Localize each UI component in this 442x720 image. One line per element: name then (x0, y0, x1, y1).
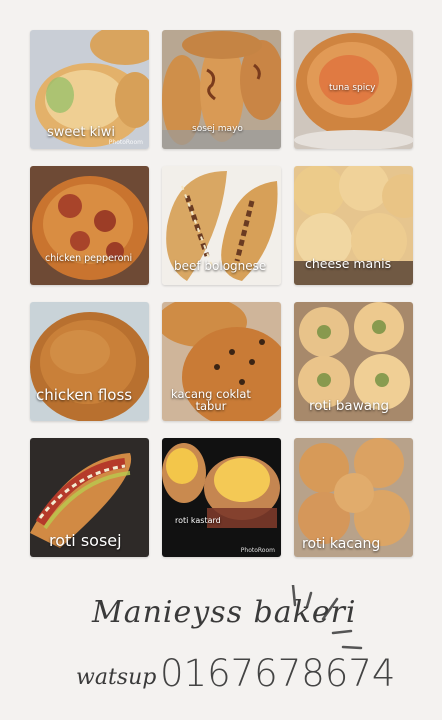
tile-label: roti kacang (302, 536, 381, 552)
tile-label: sosej mayo (192, 124, 243, 134)
product-tile-roti-kacang: roti kacang (294, 438, 413, 557)
tile-label: chicken pepperoni (45, 253, 133, 264)
whatsapp-label: watsup (76, 665, 157, 690)
whatsapp-number: 0167678674 (160, 652, 396, 695)
product-tile-roti-sosej: roti sosej (30, 438, 149, 557)
tile-label: sweet kiwi (47, 125, 116, 140)
product-tile-kacang-coklat-tabur: kacang coklat tabur (162, 302, 281, 421)
product-grid: sweet kiwi PhotoRoom sosej mayo tuna spi… (30, 30, 413, 557)
tile-label: roti bawang (309, 398, 390, 414)
product-tile-tuna-spicy: tuna spicy (294, 30, 413, 149)
product-tile-sweet-kiwi: sweet kiwi PhotoRoom (30, 30, 149, 149)
tile-label: chicken floss (36, 386, 133, 404)
photoroom-badge: PhotoRoom (240, 547, 275, 554)
product-tile-roti-kastard: roti kastard PhotoRoom (162, 438, 281, 557)
shop-name: Manieyss bakeri (92, 595, 357, 630)
tile-label: tuna spicy (329, 83, 376, 93)
product-tile-sosej-mayo: sosej mayo (162, 30, 281, 149)
product-tile-chicken-pepperoni: chicken pepperoni (30, 166, 149, 285)
product-tile-roti-bawang: roti bawang (294, 302, 413, 421)
photoroom-badge: PhotoRoom (108, 139, 143, 146)
tile-label: kacang coklat tabur (171, 387, 251, 414)
tile-label: roti kastard (175, 516, 221, 525)
tile-label: roti sosej (49, 531, 122, 550)
chicken-pepperoni-photo (30, 166, 149, 285)
product-tile-beef-bolognese: beef bolognese (162, 166, 281, 285)
tile-label: cheese manis (305, 256, 392, 271)
product-tile-chicken-floss: chicken floss (30, 302, 149, 421)
product-tile-cheese-manis: cheese manis (294, 166, 413, 285)
roti-kastard-photo (162, 438, 281, 557)
tile-label: beef bolognese (174, 259, 267, 273)
